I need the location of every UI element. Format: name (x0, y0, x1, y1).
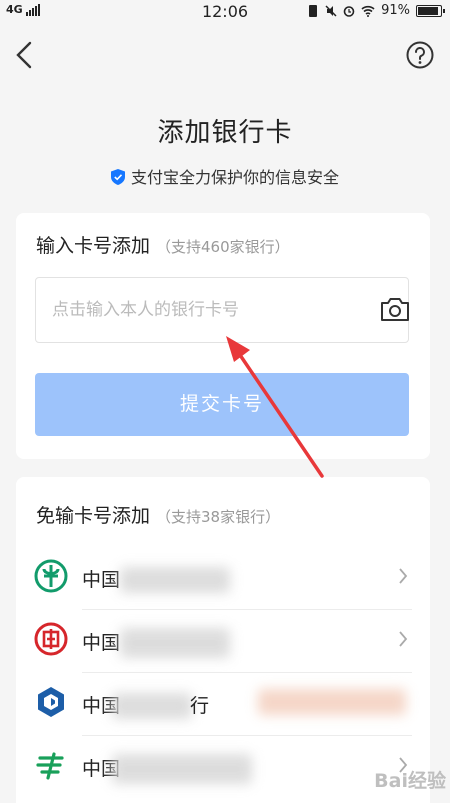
bank-name-suffix: 行 (190, 695, 210, 717)
chevron-right-icon (399, 631, 408, 647)
bank-name: 中国 (82, 632, 121, 654)
redacted-text (112, 693, 192, 719)
help-icon[interactable] (406, 41, 434, 69)
chevron-right-icon (399, 568, 408, 584)
bank-row-abc[interactable]: 中国 (16, 547, 430, 609)
bank-row-psbc[interactable]: 中国 (16, 736, 430, 798)
sim-icon (309, 4, 318, 17)
manual-add-card: 输入卡号添加 （支持460家银行） 点击输入本人的银行卡号 提交卡号 (16, 213, 430, 459)
security-text: 支付宝全力保护你的信息安全 (130, 168, 339, 187)
quick-add-subtitle: （支持38家银行） (156, 508, 281, 526)
quick-add-card: 免输卡号添加 （支持38家银行） 中国 中国 中国 行 中国 (16, 477, 430, 803)
wifi-icon (361, 5, 375, 17)
bank-name: 中国 (82, 569, 121, 591)
page-title: 添加银行卡 (157, 118, 293, 148)
bank-row-icbc[interactable]: 中国 (16, 610, 430, 672)
watermark: Bai经验 (374, 770, 446, 792)
redacted-text (258, 689, 406, 715)
battery-percent: 91% (381, 3, 410, 18)
psbc-bank-icon (36, 752, 64, 780)
battery-icon (416, 4, 445, 17)
card-number-input[interactable]: 点击输入本人的银行卡号 (35, 277, 409, 343)
back-icon[interactable] (12, 40, 38, 70)
submit-card-button[interactable]: 提交卡号 (35, 373, 409, 436)
abc-bank-icon (34, 559, 68, 593)
icbc-bank-icon (34, 622, 68, 656)
alarm-icon (343, 5, 355, 17)
redacted-text (112, 754, 252, 784)
bank-row-bocom[interactable]: 中国 行 (16, 673, 430, 735)
security-note: 支付宝全力保护你的信息安全 (0, 164, 450, 188)
camera-icon[interactable] (380, 295, 410, 323)
status-icons: 91% (307, 3, 445, 18)
mute-icon (325, 4, 337, 17)
redacted-text (120, 567, 230, 593)
bocom-bank-icon (38, 687, 64, 717)
shield-icon (110, 169, 125, 185)
status-bar: 4G 12:06 91% (0, 0, 450, 24)
redacted-text (120, 628, 230, 658)
manual-add-title: 输入卡号添加 （支持460家银行） (36, 235, 290, 257)
manual-add-subtitle: （支持460家银行） (156, 238, 290, 256)
quick-add-title: 免输卡号添加 （支持38家银行） (36, 505, 281, 527)
